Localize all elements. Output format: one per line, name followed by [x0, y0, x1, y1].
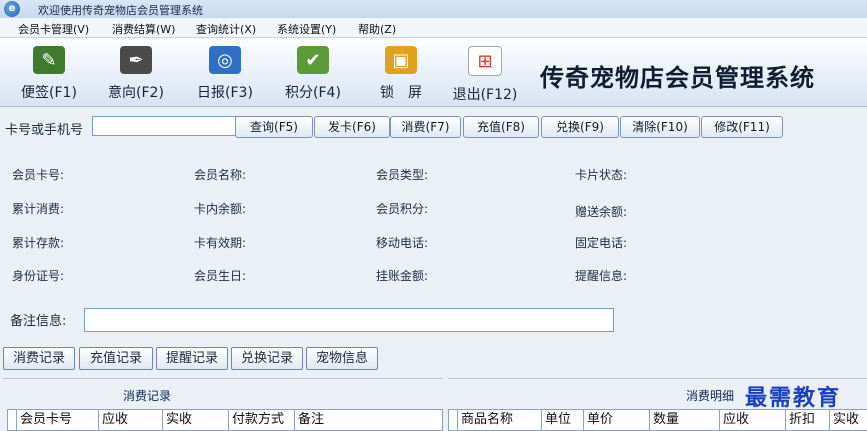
modify-button[interactable]: 修改(F11) [701, 116, 783, 138]
search-row: 卡号或手机号 查询(F5) 发卡(F6) 消费(F7) 充值(F8) 兑换(F9… [0, 111, 867, 145]
lock-screen-button[interactable]: ▣ 锁 屏 [366, 44, 436, 104]
window-title: 欢迎使用传奇宠物店会员管理系统 [38, 4, 203, 17]
row-indicator [449, 410, 458, 430]
tab-exchange-records[interactable]: 兑换记录 [231, 347, 303, 370]
column-header[interactable]: 折扣 [786, 410, 830, 430]
tab-reminder-records[interactable]: 提醒记录 [156, 347, 228, 370]
note-button-label: 便签(F1) [21, 85, 77, 101]
field-id-number: 身份证号: [12, 269, 65, 283]
intent-pen-icon: ✒ [120, 46, 152, 74]
search-label: 卡号或手机号 [5, 123, 84, 138]
toolbar: ✎ 便签(F1) ✒ 意向(F2) ◎ 日报(F3) ✔ 积分(F4) ▣ 锁 … [0, 38, 867, 107]
daily-report-button-label: 日报(F3) [197, 85, 253, 101]
points-button[interactable]: ✔ 积分(F4) [278, 44, 348, 104]
exchange-button[interactable]: 兑换(F9) [541, 116, 619, 138]
column-header[interactable]: 应收 [99, 410, 163, 430]
tab-consumption-records[interactable]: 消费记录 [3, 347, 75, 370]
menu-query-stats[interactable]: 查询统计(X) [196, 21, 256, 37]
member-info-panel: 会员卡号: 会员名称: 会员类型: 卡片状态: 累计消费: 卡内余额: 会员积分… [4, 146, 859, 296]
title-bar: e 欢迎使用传奇宠物店会员管理系统 [0, 0, 867, 19]
note-pencil-icon: ✎ [33, 46, 65, 74]
field-member-points: 会员积分: [376, 202, 429, 216]
field-landline-phone: 固定电话: [575, 236, 628, 250]
consumption-detail-caption: 消费明细 [686, 389, 735, 403]
field-member-birthday: 会员生日: [194, 269, 247, 283]
card-or-phone-input[interactable] [92, 116, 240, 136]
intent-button-label: 意向(F2) [108, 85, 164, 101]
field-card-balance: 卡内余额: [194, 202, 247, 216]
column-header[interactable]: 单价 [584, 410, 650, 430]
points-button-label: 积分(F4) [285, 85, 341, 101]
menu-bar: 会员卡管理(V) 消费结算(W) 查询统计(X) 系统设置(Y) 帮助(Z) [0, 18, 867, 38]
recharge-button[interactable]: 充值(F8) [463, 116, 539, 138]
column-header[interactable]: 应收 [720, 410, 786, 430]
field-member-type: 会员类型: [376, 168, 429, 182]
field-bonus-balance: 赠送余额: [575, 205, 628, 219]
lock-screen-icon: ▣ [385, 46, 417, 74]
column-header[interactable]: 商品名称 [458, 410, 542, 430]
column-header[interactable]: 单位 [542, 410, 584, 430]
field-mobile-phone: 移动电话: [376, 236, 429, 250]
remark-input[interactable] [84, 308, 614, 332]
field-member-name: 会员名称: [194, 168, 247, 182]
points-icon: ✔ [297, 46, 329, 74]
intent-button[interactable]: ✒ 意向(F2) [101, 44, 171, 104]
clear-button[interactable]: 清除(F10) [620, 116, 700, 138]
menu-help[interactable]: 帮助(Z) [358, 21, 396, 37]
column-header[interactable]: 实收 [830, 410, 867, 430]
app-icon: e [4, 1, 20, 17]
row-indicator [8, 410, 17, 430]
column-header[interactable]: 备注 [295, 410, 442, 430]
exit-button[interactable]: ⊞ 退出(F12) [450, 44, 520, 104]
brand-title: 传奇宠物店会员管理系统 [540, 64, 815, 92]
watermark: 最需教育 [745, 386, 842, 411]
daily-report-icon: ◎ [209, 46, 241, 74]
column-header[interactable]: 会员卡号 [17, 410, 99, 430]
field-total-deposit: 累计存款: [12, 236, 65, 250]
field-reminder-info: 提醒信息: [575, 269, 628, 283]
lock-screen-button-label: 锁 屏 [380, 85, 422, 101]
query-button[interactable]: 查询(F5) [235, 116, 313, 138]
note-button[interactable]: ✎ 便签(F1) [14, 44, 84, 104]
consume-button[interactable]: 消费(F7) [390, 116, 461, 138]
field-card-status: 卡片状态: [575, 168, 628, 182]
column-header[interactable]: 付款方式 [229, 410, 295, 430]
menu-billing[interactable]: 消费结算(W) [112, 21, 175, 37]
consumption-records-caption: 消费记录 [123, 389, 172, 403]
field-card-number: 会员卡号: [12, 168, 65, 182]
remark-label: 备注信息: [10, 314, 67, 329]
field-card-validity: 卡有效期: [194, 236, 247, 250]
daily-report-button[interactable]: ◎ 日报(F3) [190, 44, 260, 104]
issue-card-button[interactable]: 发卡(F6) [314, 116, 390, 138]
exit-icon: ⊞ [468, 46, 502, 76]
column-header[interactable]: 数量 [650, 410, 720, 430]
menu-member-card[interactable]: 会员卡管理(V) [18, 21, 89, 37]
tab-recharge-records[interactable]: 充值记录 [79, 347, 153, 370]
column-header[interactable]: 实收 [163, 410, 229, 430]
field-credit-amount: 挂账金额: [376, 269, 429, 283]
tab-pet-info[interactable]: 宠物信息 [306, 347, 378, 370]
consumption-records-panel: 消费记录 会员卡号 应收 实收 付款方式 备注 [3, 378, 443, 431]
exit-button-label: 退出(F12) [452, 87, 518, 103]
menu-settings[interactable]: 系统设置(Y) [277, 21, 336, 37]
field-total-consumption: 累计消费: [12, 202, 65, 216]
